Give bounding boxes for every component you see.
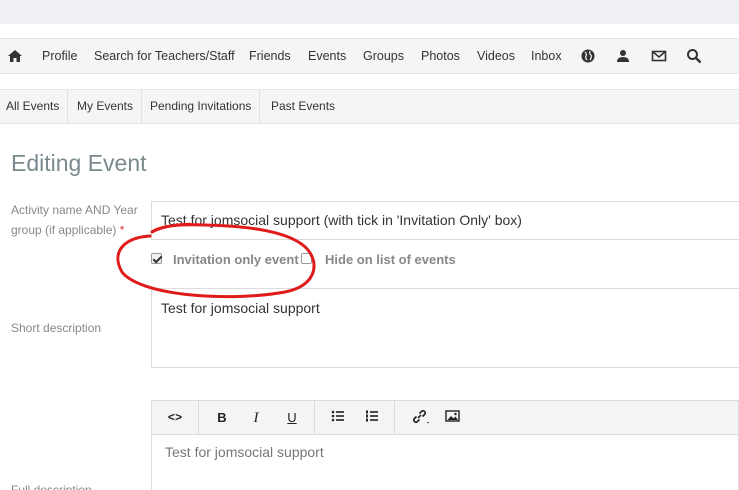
hide-on-list-checkbox[interactable] <box>301 253 312 264</box>
short-description-value: Test for jomsocial support <box>161 300 320 316</box>
nav-profile[interactable]: Profile <box>42 39 77 73</box>
code-view-button[interactable]: <> <box>165 409 185 427</box>
short-description-label: Short description <box>11 321 102 335</box>
full-description-label: Full description <box>11 483 92 490</box>
globe-icon[interactable] <box>580 48 596 64</box>
events-subnav: All Events My Events Pending Invitations… <box>0 89 739 124</box>
tab-past-events[interactable]: Past Events <box>265 90 343 123</box>
activity-name-value: Test for jomsocial support (with tick in… <box>161 212 522 228</box>
activity-name-label-text: Activity name AND Year group (if applica… <box>11 203 138 237</box>
toolbar-divider <box>394 401 395 434</box>
nav-events[interactable]: Events <box>308 39 346 73</box>
bulleted-list-icon[interactable] <box>330 409 346 427</box>
full-description-value: Test for jomsocial support <box>165 444 324 460</box>
header-gap <box>0 24 739 38</box>
tab-all-events[interactable]: All Events <box>0 90 69 123</box>
invitation-only-checkbox[interactable] <box>151 253 162 264</box>
numbered-list-icon[interactable] <box>364 409 380 427</box>
nav-photos[interactable]: Photos <box>421 39 460 73</box>
home-icon[interactable] <box>7 48 23 64</box>
toolbar-divider <box>314 401 315 434</box>
nav-inbox[interactable]: Inbox <box>531 39 562 73</box>
editor-toolbar: <> B I U <box>151 400 739 435</box>
bold-button[interactable]: B <box>214 409 230 427</box>
required-mark: * <box>119 223 125 237</box>
page-title: Editing Event <box>11 150 147 176</box>
nav-friends[interactable]: Friends <box>249 39 291 73</box>
activity-name-label: Activity name AND Year group (if applica… <box>11 200 141 240</box>
envelope-icon[interactable] <box>651 48 667 64</box>
activity-name-input[interactable]: Test for jomsocial support (with tick in… <box>151 201 739 240</box>
tab-pending-invitations[interactable]: Pending Invitations <box>144 90 261 123</box>
main-nav: Profile Search for Teachers/Staff Friend… <box>0 38 739 74</box>
underline-button[interactable]: U <box>284 409 300 427</box>
italic-button[interactable]: I <box>249 409 263 427</box>
full-description-editor[interactable]: Test for jomsocial support <box>151 435 739 490</box>
nav-groups[interactable]: Groups <box>363 39 404 73</box>
hide-on-list-label[interactable]: Hide on list of events <box>325 252 456 267</box>
top-strip <box>0 0 739 24</box>
invitation-only-label[interactable]: Invitation only event <box>173 252 299 267</box>
link-icon[interactable] <box>410 409 432 427</box>
search-icon[interactable] <box>686 48 702 64</box>
user-add-icon[interactable] <box>615 48 631 64</box>
image-icon[interactable] <box>444 409 460 427</box>
short-description-textarea[interactable]: Test for jomsocial support <box>151 288 739 368</box>
toolbar-divider <box>198 401 199 434</box>
tab-my-events[interactable]: My Events <box>71 90 143 123</box>
nav-videos[interactable]: Videos <box>477 39 515 73</box>
nav-search-teachers[interactable]: Search for Teachers/Staff <box>94 39 235 73</box>
